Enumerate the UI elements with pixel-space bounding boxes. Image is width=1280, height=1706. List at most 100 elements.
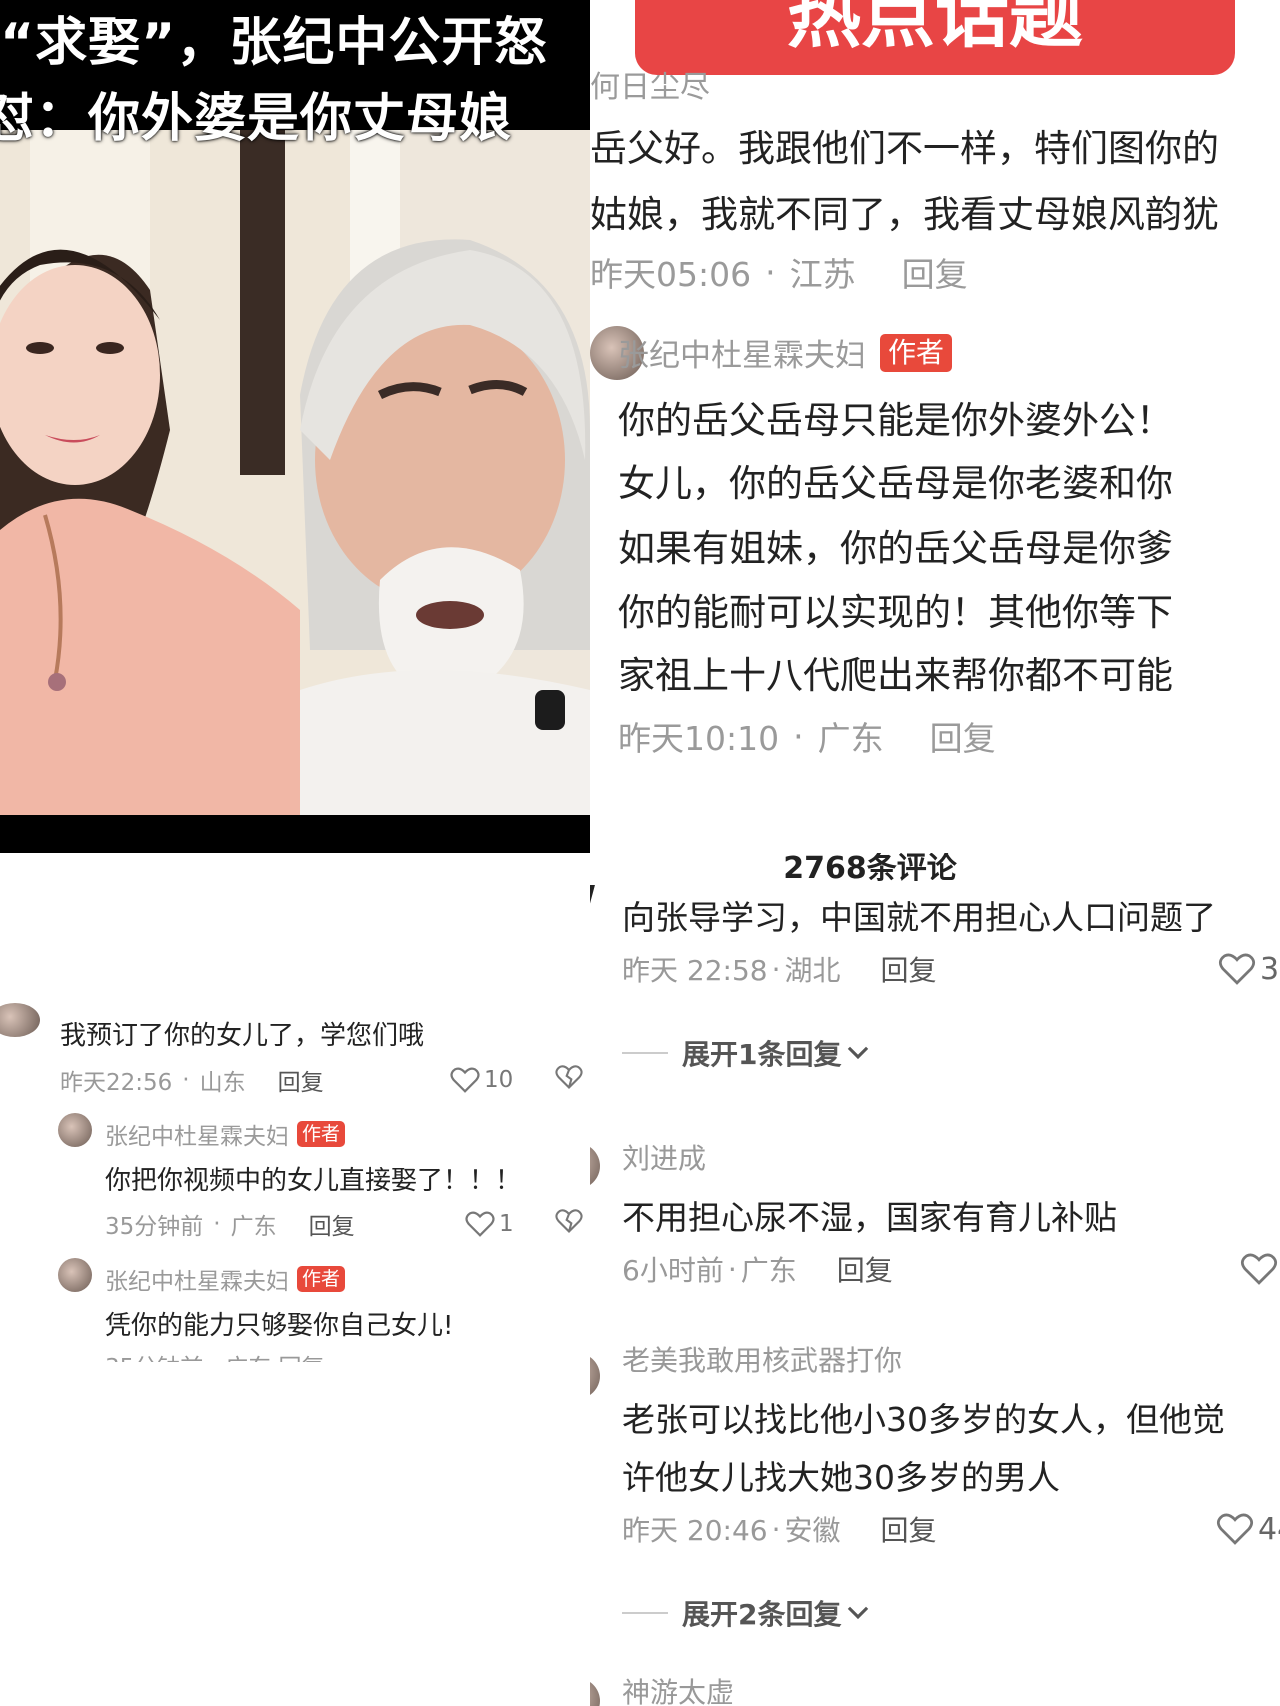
meta-separator: · [765, 252, 776, 292]
expand-replies-1-label: 展开1条回复 [682, 1038, 842, 1071]
commenter-avatar[interactable] [590, 1678, 600, 1706]
video-caption-line-1: “求娶”，张纪中公开怒 [0, 13, 548, 73]
divider-line [622, 1612, 668, 1614]
top-comment-time: 昨天05:06 [590, 255, 752, 294]
expand-replies-2-label: 展开2条回复 [682, 1598, 842, 1631]
top-comment-reply-button[interactable]: 回复 [902, 248, 968, 296]
video-caption-line-2: 怼：你外婆是你丈母娘 [0, 89, 513, 149]
heart-icon [450, 1067, 480, 1093]
avatar-edge [590, 885, 595, 907]
comment-item-1-reply-button[interactable]: 回复 [881, 949, 937, 989]
video-thumbnail-panel[interactable]: “求娶”，张纪中公开怒 怼：你外婆是你丈母娘 [0, 0, 590, 853]
reply-1-location: 广东 [230, 1214, 277, 1240]
comment-item-3-time: 昨天 20:46 [622, 1514, 768, 1547]
comment-1-time: 昨天22:56 [60, 1070, 173, 1096]
heart-icon [1240, 1253, 1278, 1285]
reply-1-text: 你把你视频中的女儿直接娶了！！！ [105, 1166, 522, 1196]
comment-item-3-text-line-2: 许他女儿找大她30多岁的男人 [622, 1458, 1060, 1497]
comment-1-dislike-button[interactable] [555, 1063, 583, 1097]
author-reply-time: 昨天10:10 [618, 719, 780, 758]
comments-panel: 我预订了你的女儿了，学您们哦 昨天22:56 · 山东 回复 10 张纪中杜星霖… [0, 853, 590, 1706]
reply-2-text: 凭你的能力只够娶你自己女儿! [105, 1311, 454, 1341]
reply-1-reply-button[interactable]: 回复 [309, 1207, 355, 1241]
reply-1-like-button[interactable]: 1 [465, 1210, 514, 1238]
author-reply-button[interactable]: 回复 [930, 712, 996, 760]
reply-1-name-row: 张纪中杜星霖夫妇 作者 [105, 1117, 346, 1151]
comment-1-text: 我预订了你的女儿了，学您们哦 [60, 1021, 425, 1051]
video-frame [0, 130, 590, 815]
commenter-avatar[interactable] [590, 1353, 600, 1399]
reply-2-name-row: 张纪中杜星霖夫妇 作者 [105, 1262, 346, 1296]
comment-1-reply-button[interactable]: 回复 [278, 1063, 324, 1097]
comment-item-2-username[interactable]: 刘进成 [622, 1137, 706, 1177]
top-comment-line-1: 岳父好。我跟他们不一样，特们图你的 [590, 127, 1219, 170]
broken-heart-icon [555, 1065, 583, 1089]
author-reply-line-3: 如果有姐妹，你的岳父岳母是你爹 [618, 527, 1173, 570]
meta-separator: · [771, 952, 781, 986]
heart-icon [1218, 953, 1256, 985]
reply-1-dislike-button[interactable] [555, 1207, 583, 1241]
meta-separator: · [793, 716, 804, 756]
video-people-illustration [0, 130, 590, 815]
comment-item-2-like-button[interactable]: 1 [1240, 1252, 1280, 1287]
commenter-avatar[interactable] [590, 1143, 600, 1189]
author-reply-line-1: 你的岳父岳母只能是你外婆外公！ [618, 399, 1173, 442]
comment-item-3-like-button[interactable]: 44 [1216, 1512, 1280, 1547]
meta-separator: · [727, 1252, 737, 1286]
author-name[interactable]: 张纪中杜星霖夫妇 [618, 330, 866, 375]
author-avatar[interactable] [58, 1113, 92, 1147]
comment-item-3-username[interactable]: 老美我敢用核武器打你 [622, 1339, 902, 1379]
author-reply-line-2: 女儿，你的岳父岳母是你老婆和你 [618, 462, 1173, 505]
comment-item-1-like-count: 36 [1260, 951, 1280, 987]
author-badge: 作者 [880, 333, 953, 372]
reply-1-meta: 35分钟前 · 广东 回复 1 [105, 1207, 585, 1241]
author-reply-line-5: 家祖上十八代爬出来帮你都不可能 [618, 654, 1173, 697]
comment-1-location: 山东 [199, 1070, 246, 1096]
comment-item-1-time: 昨天 22:58 [622, 954, 768, 987]
comment-item-1-location: 湖北 [784, 954, 841, 987]
reply-2-meta: 35分钟前 · 广东 回复 [105, 1348, 525, 1362]
top-comment-username[interactable]: 何日尘尽 [590, 62, 710, 106]
comment-item-2-location: 广东 [740, 1254, 797, 1287]
broken-heart-icon [555, 1209, 583, 1233]
top-comment-location: 江苏 [789, 255, 856, 294]
comment-1-like-count: 10 [484, 1067, 514, 1093]
author-reply-panel: 热点话题 何日尘尽 岳父好。我跟他们不一样，特们图你的 姑娘，我就不同了，我看丈… [590, 0, 1280, 853]
expand-replies-2[interactable]: 展开2条回复 [622, 1593, 871, 1633]
top-comment-line-2: 姑娘，我就不同了，我看丈母娘风韵犹 [590, 193, 1219, 236]
author-reply-line-4: 你的能耐可以实现的！其他你等下 [618, 591, 1173, 634]
meta-separator: · [213, 1211, 221, 1237]
comment-item-1-text: 向张导学习，中国就不用担心人口问题了 [622, 898, 1216, 937]
expand-replies-1[interactable]: 展开1条回复 [622, 1033, 871, 1073]
hot-topic-banner[interactable]: 热点话题 [635, 0, 1235, 75]
comment-item-3-text-line-1: 老张可以找比他小30多岁的女人，但他觉 [622, 1400, 1225, 1439]
reply-1-author-name[interactable]: 张纪中杜星霖夫妇 [105, 1117, 289, 1151]
comment-item-3-location: 安徽 [784, 1514, 841, 1547]
comment-item-1-meta: 昨天 22:58 · 湖北 回复 36 [622, 949, 1280, 989]
comment-item-2-text: 不用担心尿不湿，国家有育儿补贴 [622, 1198, 1117, 1237]
chevron-down-icon [848, 1046, 869, 1060]
comment-item-3-meta: 昨天 20:46 · 安徽 回复 44 [622, 1509, 1280, 1549]
meta-separator: · [182, 1067, 190, 1093]
comment-item-2-reply-button[interactable]: 回复 [837, 1249, 893, 1289]
comment-item-4-username[interactable]: 神游太虚 [622, 1671, 734, 1706]
comment-1-meta: 昨天22:56 · 山东 回复 10 [60, 1063, 583, 1097]
comment-1-like-button[interactable]: 10 [450, 1066, 513, 1094]
author-reply-location: 广东 [817, 719, 884, 758]
reply-1-author-badge: 作者 [297, 1121, 346, 1147]
comment-list-panel: 2768条评论 向张导学习，中国就不用担心人口问题了 昨天 22:58 · 湖北… [590, 853, 1280, 1706]
top-comment-meta: 昨天05:06 · 江苏 回复 [590, 248, 968, 296]
reply-2-author-name[interactable]: 张纪中杜星霖夫妇 [105, 1262, 289, 1296]
heart-icon [465, 1211, 495, 1237]
comment-item-2-meta: 6小时前 · 广东 回复 1 [622, 1249, 1278, 1289]
reply-1-like-count: 1 [499, 1211, 514, 1237]
commenter-avatar[interactable] [0, 1003, 40, 1037]
comment-item-1-like-button[interactable]: 36 [1218, 952, 1280, 987]
comment-item-3-reply-button[interactable]: 回复 [881, 1509, 937, 1549]
comment-item-3-like-count: 44 [1258, 1511, 1280, 1547]
reply-1-time: 35分钟前 [105, 1214, 204, 1240]
author-avatar[interactable] [58, 1258, 92, 1292]
author-name-row: 张纪中杜星霖夫妇 作者 [618, 330, 953, 375]
reply-2-meta-clipped: 35分钟前 · 广东 回复 [105, 1348, 525, 1362]
chevron-down-icon [848, 1606, 869, 1620]
